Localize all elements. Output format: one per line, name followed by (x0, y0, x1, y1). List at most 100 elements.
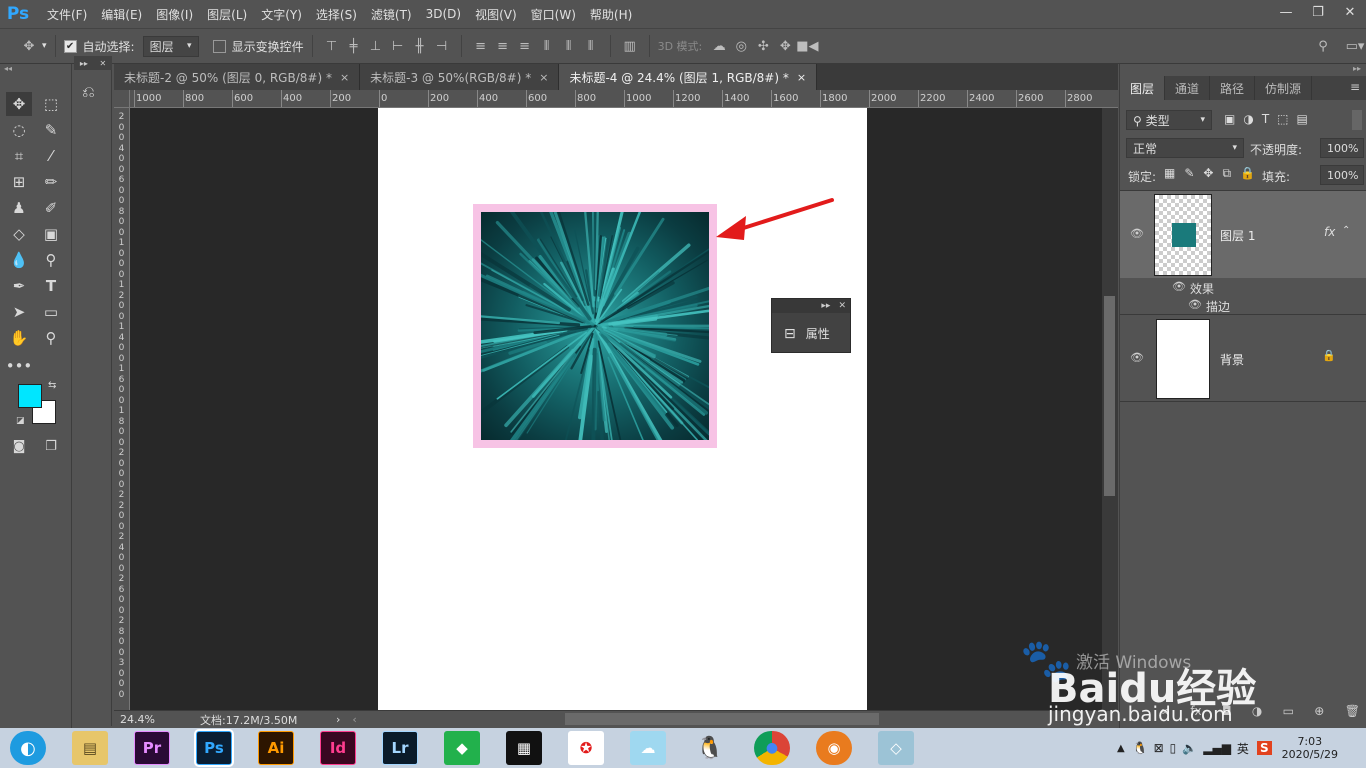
eyedropper-tool-icon[interactable]: ⁄ (38, 144, 64, 168)
show-transform-checkbox[interactable]: 显示变换控件 (212, 38, 304, 55)
close-icon[interactable]: ✕ (99, 59, 106, 68)
network-x-icon[interactable]: ⊠ (1154, 741, 1164, 755)
crop-tool-icon[interactable]: ⌗ (6, 144, 32, 168)
collapse-icon[interactable]: ◂◂ (4, 64, 12, 73)
chrome-icon[interactable]: ● (754, 731, 790, 765)
tab-close-icon[interactable]: × (539, 71, 548, 84)
lock-all-icon[interactable]: 🔒 (1240, 166, 1255, 181)
align-right-icon[interactable]: ⊣ (431, 39, 453, 54)
orange-app-icon[interactable]: ◉ (816, 731, 852, 765)
status-menu-arrow[interactable]: › (336, 713, 340, 726)
volume-icon[interactable]: 🔈 (1182, 741, 1197, 755)
lasso-tool-icon[interactable]: ◌ (6, 118, 32, 142)
layer-row-layer1[interactable]: 👁 图层 1 fx ⌃ (1120, 190, 1366, 278)
usb-icon[interactable]: ▯ (1170, 741, 1177, 755)
zoom-tool-icon[interactable]: ⚲ (38, 326, 64, 350)
signal-icon[interactable]: ▂▄▆ (1203, 741, 1231, 755)
menu-item[interactable]: 图层(L) (200, 0, 254, 28)
quick-mask-icon[interactable]: ◙ (6, 434, 32, 458)
restore-icon[interactable]: ❐ (1302, 0, 1334, 24)
distribute-top-icon[interactable]: ≡ (470, 39, 492, 54)
visibility-eye-icon[interactable]: 👁 (1130, 351, 1144, 364)
3d-roll-icon[interactable]: ◎ (730, 39, 752, 54)
quick-select-tool-icon[interactable]: ✎ (38, 118, 64, 142)
filter-type-icon[interactable]: T (1262, 112, 1269, 126)
menu-item[interactable]: 3D(D) (419, 0, 468, 28)
lock-artboard-icon[interactable]: ⧉ (1222, 166, 1231, 181)
menu-item[interactable]: 帮助(H) (583, 0, 639, 28)
healing-tool-icon[interactable]: ⊞ (6, 170, 32, 194)
expand-icon[interactable]: ▸▸ (80, 59, 88, 68)
3d-pan-icon[interactable]: ✣ (752, 39, 774, 54)
layer-name[interactable]: 图层 1 (1220, 227, 1255, 244)
tab-close-icon[interactable]: × (340, 71, 349, 84)
menu-item[interactable]: 图像(I) (149, 0, 200, 28)
3d-slide-icon[interactable]: ✥ (774, 39, 796, 54)
pen-tool-icon[interactable]: ✒ (6, 274, 32, 298)
menu-item[interactable]: 编辑(E) (94, 0, 149, 28)
video-editor-icon[interactable]: ▦ (506, 731, 542, 765)
layer-name[interactable]: 背景 (1220, 351, 1244, 368)
align-top-icon[interactable]: ⊤ (321, 39, 343, 54)
horizontal-scroll-thumb[interactable] (565, 713, 879, 725)
clock[interactable]: 7:03 2020/5/29 (1282, 735, 1338, 761)
close-icon[interactable]: ✕ (838, 301, 846, 311)
menu-item[interactable]: 视图(V) (468, 0, 524, 28)
visibility-eye-icon[interactable]: 👁 (1130, 227, 1144, 240)
menu-item[interactable]: 文字(Y) (254, 0, 309, 28)
qq-tray-icon[interactable]: 🐧 (1133, 741, 1148, 755)
fx-badge[interactable]: fx (1324, 225, 1335, 239)
default-colors-icon[interactable]: ◪ (16, 416, 25, 426)
effects-eye-icon[interactable]: 👁 (1172, 280, 1186, 293)
close-icon[interactable]: ✕ (1334, 0, 1366, 24)
filter-adjust-icon[interactable]: ◑ (1243, 112, 1253, 126)
layer-filter-dropdown[interactable]: ⚲ 类型 ▾ (1126, 110, 1212, 130)
opacity-input[interactable]: 100% (1320, 138, 1364, 158)
red-green-app-icon[interactable]: ✪ (568, 731, 604, 765)
panel-tab[interactable]: 通道 (1165, 76, 1211, 100)
auto-align-icon[interactable]: ▥ (619, 39, 641, 54)
more-tools-icon[interactable]: ••• (6, 354, 33, 378)
lock-pixels-icon[interactable]: ✎ (1184, 166, 1194, 181)
blue-app-icon[interactable]: ◇ (878, 731, 914, 765)
layer-1-image-with-stroke[interactable] (473, 204, 717, 448)
distribute-vcenter-icon[interactable]: ≡ (492, 39, 514, 54)
scroll-left-icon[interactable]: ‹ (352, 713, 356, 726)
distribute-left-icon[interactable]: ⦀ (536, 39, 558, 54)
indesign-icon[interactable]: Id (320, 731, 356, 765)
history-icon[interactable]: ⎌ (82, 82, 95, 102)
swap-colors-icon[interactable]: ⇆ (48, 380, 56, 391)
workspace-icon[interactable]: ▭▾ (1344, 39, 1366, 54)
auto-select-checkbox[interactable]: ✔ 自动选择: (63, 38, 135, 55)
premiere-icon[interactable]: Pr (134, 731, 170, 765)
distribute-hcenter-icon[interactable]: ⦀ (558, 39, 580, 54)
start-button-icon[interactable]: ◐ (10, 731, 46, 765)
panel-menu-icon[interactable]: ≡ (1350, 80, 1360, 94)
shape-tool-icon[interactable]: ▭ (38, 300, 64, 324)
menu-item[interactable]: 选择(S) (309, 0, 364, 28)
photoshop-icon[interactable]: Ps (194, 729, 234, 767)
move-tool-icon[interactable]: ✥ (6, 92, 32, 116)
layer-row-background[interactable]: 👁 背景 🔒 (1120, 314, 1366, 402)
3d-orbit-icon[interactable]: ☁ (708, 39, 730, 54)
zoom-level[interactable]: 24.4% (120, 713, 160, 726)
distribute-bottom-icon[interactable]: ≡ (514, 39, 536, 54)
properties-button[interactable]: ⊟ 属性 (772, 313, 850, 342)
panel-tab[interactable]: 仿制源 (1255, 76, 1313, 100)
trash-icon[interactable]: 🗑 (1345, 704, 1360, 718)
filter-pixel-icon[interactable]: ▣ (1224, 112, 1235, 126)
menu-item[interactable]: 滤镜(T) (364, 0, 419, 28)
document-tab[interactable]: 未标题-4 @ 24.4% (图层 1, RGB/8#) * × (559, 64, 818, 90)
blur-tool-icon[interactable]: 💧 (6, 248, 32, 272)
blend-mode-dropdown[interactable]: 正常 ▾ (1126, 138, 1244, 158)
eraser-tool-icon[interactable]: ◇ (6, 222, 32, 246)
lock-position-icon[interactable]: ✥ (1203, 166, 1213, 181)
qq-icon[interactable]: 🐧 (692, 731, 728, 765)
search-icon[interactable]: ⚲ (1312, 39, 1334, 54)
document-tab[interactable]: 未标题-2 @ 50% (图层 0, RGB/8#) * × (114, 64, 361, 90)
brush-tool-icon[interactable]: ✏ (38, 170, 64, 194)
stroke-effect[interactable]: 描边 (1206, 298, 1230, 315)
screen-mode-icon[interactable]: ❐ (38, 434, 64, 458)
dodge-tool-icon[interactable]: ⚲ (38, 248, 64, 272)
3d-scale-icon[interactable]: ■◀ (796, 39, 818, 54)
